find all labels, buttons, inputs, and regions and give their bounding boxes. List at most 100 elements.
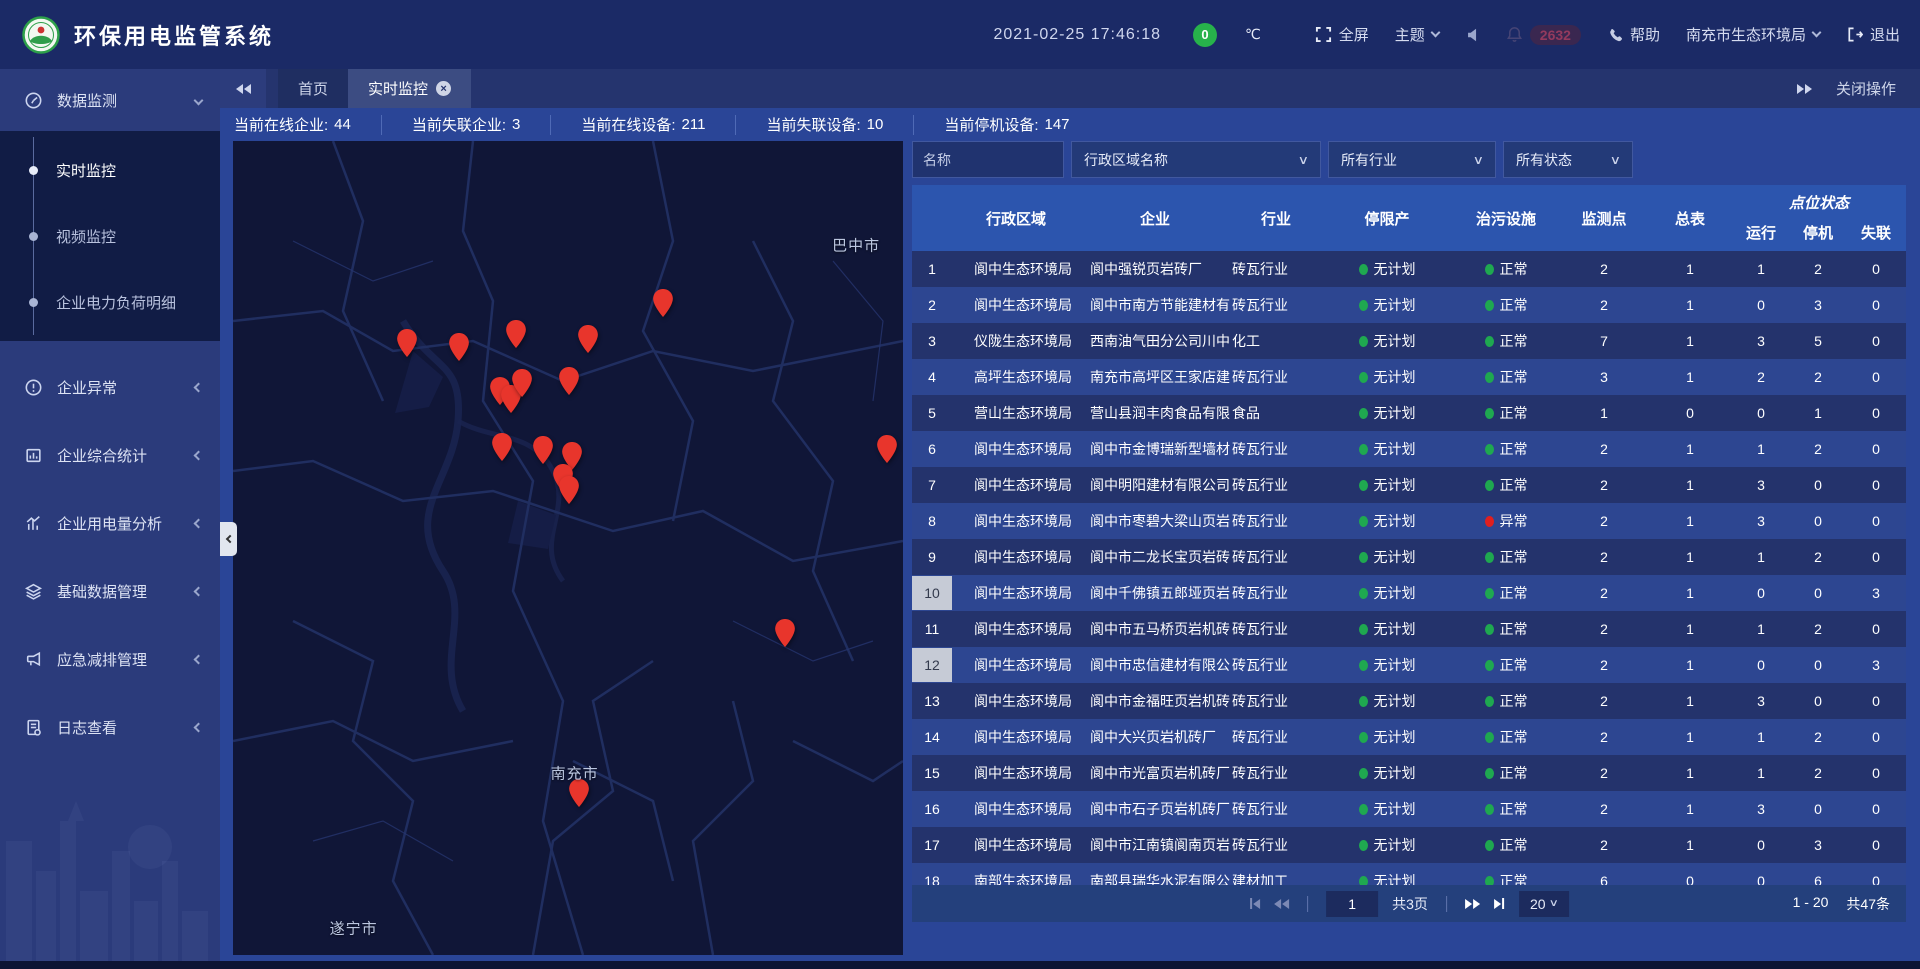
map-pin[interactable]: [491, 432, 514, 462]
cell-region: 阆中生态环境局: [952, 547, 1080, 567]
cell-row-number: 16: [912, 794, 952, 824]
table-row[interactable]: 16阆中生态环境局阆中市石子页岩机砖厂砖瓦行业无计划正常21300: [912, 791, 1906, 827]
sidebar-item-video-monitoring[interactable]: 视频监控: [34, 203, 220, 269]
chevron-left-icon: [194, 654, 204, 664]
sidebar-item-emergency-reduction[interactable]: 应急减排管理: [0, 625, 220, 693]
map-pin[interactable]: [504, 319, 527, 349]
cell-total-meters: 1: [1648, 621, 1732, 637]
table-row[interactable]: 13阆中生态环境局阆中市金福旺页岩机砖砖瓦行业无计划正常21300: [912, 683, 1906, 719]
cell-company: 阆中市石子页岩机砖厂: [1080, 799, 1230, 819]
status-dot-icon: [1359, 300, 1368, 311]
table-header: 行政区域 企业 行业 停限产 治污设施 监测点 总表 点位状态 运行 停机 失联: [912, 185, 1906, 251]
table-row[interactable]: 2阆中生态环境局阆中市南方节能建材有砖瓦行业无计划正常21030: [912, 287, 1906, 323]
user-dropdown[interactable]: 南充市生态环境局: [1686, 24, 1820, 45]
status-filter-select[interactable]: 所有状态 ∨: [1503, 141, 1633, 178]
page-number-input[interactable]: [1326, 891, 1378, 917]
cell-monitor-points: 3: [1560, 369, 1648, 385]
tabs-scroll-left-button[interactable]: [220, 69, 266, 108]
theme-dropdown[interactable]: 主题: [1395, 24, 1439, 45]
map-pin[interactable]: [557, 366, 580, 396]
map-pin[interactable]: [652, 288, 675, 318]
table-row[interactable]: 7阆中生态环境局阆中明阳建材有限公司砖瓦行业无计划正常21300: [912, 467, 1906, 503]
page-size-select[interactable]: 20 ∨: [1519, 891, 1569, 917]
cell-monitor-points: 2: [1560, 657, 1648, 673]
cell-running: 1: [1732, 729, 1790, 745]
map-pin[interactable]: [577, 324, 600, 354]
divider: [1446, 896, 1447, 912]
name-filter-input[interactable]: [912, 141, 1064, 178]
cell-monitor-points: 2: [1560, 765, 1648, 781]
map-city-label: 遂宁市: [330, 918, 378, 939]
tab-close-icon[interactable]: ×: [436, 81, 451, 96]
fullscreen-button[interactable]: 全屏: [1315, 24, 1369, 45]
table-row[interactable]: 6阆中生态环境局阆中市金博瑞新型墙材砖瓦行业无计划正常21120: [912, 431, 1906, 467]
cell-monitor-points: 2: [1560, 801, 1648, 817]
cell-industry: 砖瓦行业: [1230, 655, 1322, 675]
help-button[interactable]: 帮助: [1607, 24, 1660, 45]
industry-filter-select[interactable]: 所有行业 ∨: [1328, 141, 1496, 178]
status-dot-icon: [1359, 768, 1368, 779]
map-pin[interactable]: [557, 475, 580, 505]
sidebar-item-data-monitoring[interactable]: 数据监测: [0, 69, 220, 131]
cell-monitor-points: 1: [1560, 405, 1648, 421]
table-row[interactable]: 5营山生态环境局营山县润丰肉食品有限食品无计划正常10010: [912, 395, 1906, 431]
sidebar-item-company-abnormal[interactable]: 企业异常: [0, 353, 220, 421]
cell-running: 1: [1732, 261, 1790, 277]
chevron-left-icon: [194, 722, 204, 732]
next-page-button[interactable]: [1465, 899, 1480, 909]
sidebar-item-power-analysis[interactable]: 企业用电量分析: [0, 489, 220, 557]
log-document-icon: [24, 718, 43, 737]
table-row[interactable]: 10阆中生态环境局阆中千佛镇五郎垭页岩砖瓦行业无计划正常21003: [912, 575, 1906, 611]
table-row[interactable]: 4高坪生态环境局南充市高坪区王家店建砖瓦行业无计划正常31220: [912, 359, 1906, 395]
status-dot-icon: [1485, 372, 1494, 383]
cell-facility-status: 正常: [1452, 583, 1560, 603]
prev-page-button[interactable]: [1274, 899, 1289, 909]
mute-button[interactable]: [1465, 27, 1480, 43]
cell-industry: 砖瓦行业: [1230, 835, 1322, 855]
cell-monitor-points: 2: [1560, 513, 1648, 529]
chevron-down-icon: [1812, 28, 1822, 38]
notifications-button[interactable]: 2632: [1506, 25, 1581, 45]
map-pin[interactable]: [448, 332, 471, 362]
cell-total-meters: 1: [1648, 513, 1732, 529]
tab-realtime-monitoring[interactable]: 实时监控 ×: [348, 69, 471, 108]
table-row[interactable]: 18南部生态环境局南部县瑞华水泥有限公建材加工无计划正常60060: [912, 863, 1906, 885]
cell-total-meters: 1: [1648, 369, 1732, 385]
cell-region: 阆中生态环境局: [952, 763, 1080, 783]
close-operations-button[interactable]: 关闭操作: [1836, 78, 1896, 99]
map-pin[interactable]: [875, 434, 898, 464]
table-row[interactable]: 14阆中生态环境局阆中大兴页岩机砖厂砖瓦行业无计划正常21120: [912, 719, 1906, 755]
table-row[interactable]: 15阆中生态环境局阆中市光富页岩机砖厂砖瓦行业无计划正常21120: [912, 755, 1906, 791]
region-filter-select[interactable]: 行政区域名称 ∨: [1071, 141, 1321, 178]
table-row[interactable]: 3仪陇生态环境局西南油气田分公司川中化工无计划正常71350: [912, 323, 1906, 359]
map-canvas[interactable]: 巴中市南充市遂宁市: [233, 141, 903, 955]
cell-facility-status: 正常: [1452, 331, 1560, 351]
tabs-scroll-right-button[interactable]: [1797, 84, 1812, 94]
map-pin[interactable]: [532, 435, 555, 465]
cell-running: 2: [1732, 369, 1790, 385]
last-page-button[interactable]: [1494, 898, 1505, 909]
sidebar-item-power-load-detail[interactable]: 企业电力负荷明细: [34, 269, 220, 335]
sidebar-item-realtime-monitoring[interactable]: 实时监控: [34, 137, 220, 203]
cell-stopped: 2: [1790, 621, 1846, 637]
cell-production-status: 无计划: [1322, 475, 1452, 495]
cell-stopped: 2: [1790, 261, 1846, 277]
sidebar-collapse-handle[interactable]: [220, 522, 237, 556]
map-pin[interactable]: [395, 328, 418, 358]
first-page-button[interactable]: [1249, 898, 1260, 909]
tab-home[interactable]: 首页: [278, 69, 348, 108]
sidebar-item-basic-data[interactable]: 基础数据管理: [0, 557, 220, 625]
table-row[interactable]: 11阆中生态环境局阆中市五马桥页岩机砖砖瓦行业无计划正常21120: [912, 611, 1906, 647]
sidebar-item-company-statistics[interactable]: 企业综合统计: [0, 421, 220, 489]
logout-button[interactable]: 退出: [1846, 24, 1900, 45]
cell-total-meters: 1: [1648, 837, 1732, 853]
table-row[interactable]: 9阆中生态环境局阆中市二龙长宝页岩砖砖瓦行业无计划正常21120: [912, 539, 1906, 575]
map-pin[interactable]: [510, 368, 533, 398]
table-row[interactable]: 8阆中生态环境局阆中市枣碧大梁山页岩砖瓦行业无计划异常21300: [912, 503, 1906, 539]
table-row[interactable]: 1阆中生态环境局阆中强锐页岩砖厂砖瓦行业无计划正常21120: [912, 251, 1906, 287]
table-row[interactable]: 12阆中生态环境局阆中市忠信建材有限公砖瓦行业无计划正常21003: [912, 647, 1906, 683]
status-dot-icon: [1359, 696, 1368, 707]
map-pin[interactable]: [774, 618, 797, 648]
table-row[interactable]: 17阆中生态环境局阆中市江南镇阆南页岩砖瓦行业无计划正常21030: [912, 827, 1906, 863]
cell-production-status: 无计划: [1322, 367, 1452, 387]
